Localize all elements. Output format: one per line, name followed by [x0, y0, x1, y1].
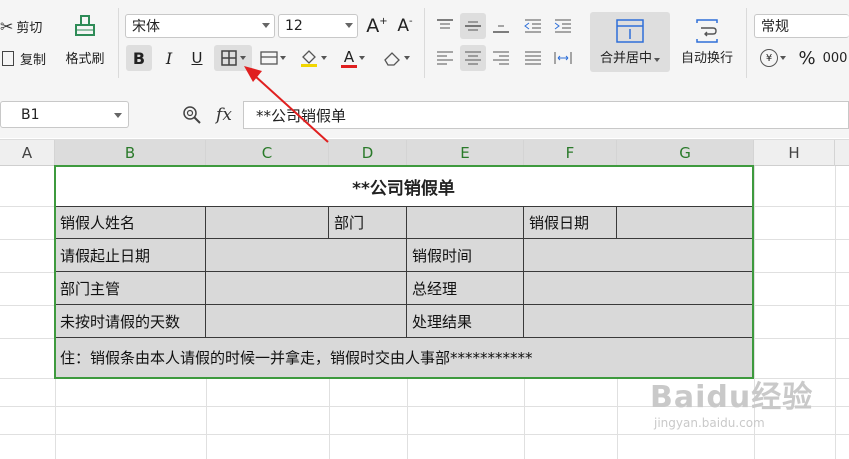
watermark-text: Baidu经验 [650, 380, 814, 415]
watermark-logo: Baidu经验 jingyan.baidu.com [650, 372, 813, 430]
watermark-subtext: jingyan.baidu.com [654, 416, 765, 430]
